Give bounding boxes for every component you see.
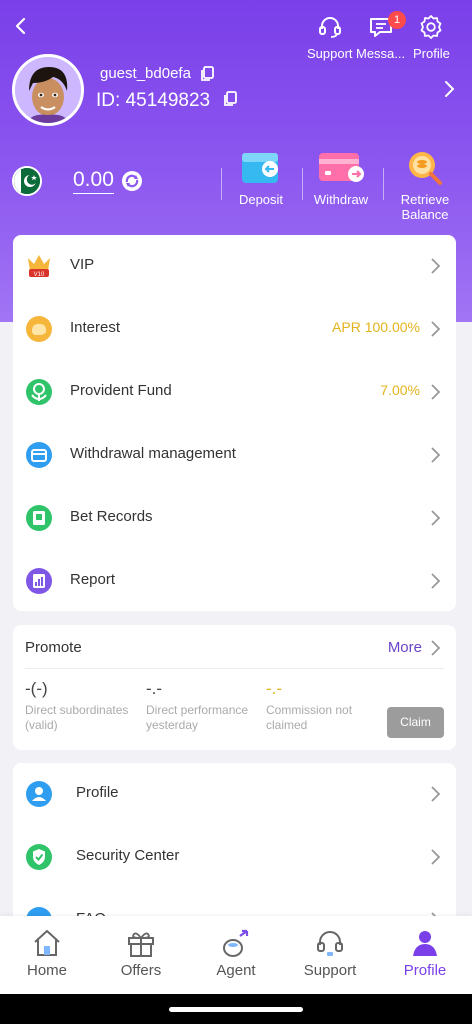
home-icon: [34, 930, 60, 956]
agent-icon: [223, 929, 249, 957]
stat-caption: Commission not: [266, 703, 353, 717]
copy-id-icon[interactable]: [222, 91, 238, 107]
home-gesture-pill[interactable]: [169, 1007, 303, 1012]
shield-icon: [26, 844, 52, 870]
menu-item-bet-records[interactable]: Bet Records: [13, 487, 456, 550]
stat-direct-performance: -.- Direct performance yesterday: [146, 679, 264, 733]
gift-icon: [128, 932, 154, 957]
menu-item-withdrawal-management[interactable]: Withdrawal management: [13, 424, 456, 487]
report-icon: [26, 568, 52, 594]
retrieve-balance-button[interactable]: Retrieve Balance: [385, 150, 465, 222]
chevron-right-icon: [431, 510, 441, 526]
retrieve-balance-icon: [409, 152, 442, 185]
profile-icon: [26, 781, 52, 807]
stat-caption: Direct subordinates: [25, 703, 129, 717]
menu-label: Provident Fund: [70, 382, 172, 399]
stat-caption: (valid): [25, 718, 58, 732]
support-label[interactable]: Support: [307, 46, 353, 61]
stat-value: -(-): [25, 679, 48, 698]
nav-label: Offers: [120, 962, 162, 979]
chevron-right-icon: [431, 321, 441, 337]
headset-icon: [317, 931, 343, 956]
message-badge: 1: [388, 11, 406, 29]
messages-label[interactable]: Messa...: [356, 46, 405, 61]
avatar[interactable]: [12, 54, 84, 126]
nav-label: Profile: [403, 962, 447, 979]
refresh-icon[interactable]: [121, 170, 143, 192]
chevron-right-icon[interactable]: [430, 639, 442, 657]
claim-button[interactable]: Claim: [387, 707, 444, 738]
chevron-right-icon: [431, 849, 441, 865]
stat-caption: claimed: [266, 718, 308, 732]
menu-label: Report: [70, 571, 116, 588]
chevron-right-icon: [431, 258, 441, 274]
promote-title: Promote: [25, 639, 82, 656]
deposit-label: Deposit: [238, 192, 284, 207]
chevron-right-icon: [431, 573, 441, 589]
retrieve-label-2: Balance: [401, 207, 449, 222]
menu-label: VIP: [70, 256, 95, 273]
menu-label: Bet Records: [70, 508, 153, 525]
promote-card: Promote More -(-) Direct subordinates (v…: [13, 625, 456, 750]
menu-item-vip[interactable]: V10 VIP: [13, 235, 456, 298]
balance-amount: 0.00: [73, 168, 114, 194]
nav-home[interactable]: Home: [7, 928, 87, 979]
interest-icon: [26, 316, 52, 342]
stat-commission: -.- Commission not claimed: [266, 679, 384, 733]
nav-offers[interactable]: Offers: [101, 928, 181, 979]
nav-label: Agent: [216, 962, 256, 979]
menu-label: Withdrawal management: [70, 445, 236, 462]
stat-caption: Direct performance: [146, 703, 249, 717]
withdraw-icon: [319, 153, 364, 182]
menu-item-report[interactable]: Report: [13, 550, 456, 613]
back-arrow-icon[interactable]: [8, 12, 36, 40]
deposit-button[interactable]: Deposit: [221, 150, 301, 207]
divider: [25, 668, 444, 669]
user-id: ID: 45149823: [96, 90, 211, 111]
nav-support[interactable]: Support: [290, 928, 370, 979]
gear-icon[interactable]: [418, 14, 444, 40]
provident-fund-icon: [26, 379, 52, 405]
stat-direct-subordinates: -(-) Direct subordinates (valid): [25, 679, 143, 733]
provident-fund-value: 7.00%: [380, 382, 420, 398]
username: guest_bd0efa: [100, 65, 191, 82]
stat-caption: yesterday: [146, 718, 199, 732]
settings-label: Security Center: [76, 847, 180, 864]
menu-item-provident-fund[interactable]: Provident Fund 7.00%: [13, 361, 456, 424]
interest-rate-value: APR 100.00%: [332, 319, 420, 335]
chevron-right-icon: [431, 384, 441, 400]
stat-value: -.-: [146, 679, 163, 698]
settings-item-security-center[interactable]: Security Center: [13, 826, 456, 889]
pakistan-flag-icon: [12, 166, 42, 196]
wallet-icon: [26, 442, 52, 468]
profile-label[interactable]: Profile: [413, 46, 450, 61]
person-icon: [413, 931, 437, 956]
vip-crown-icon: V10: [28, 255, 50, 278]
nav-label: Home: [26, 962, 67, 979]
settings-item-profile[interactable]: Profile: [13, 763, 456, 826]
svg-text:V10: V10: [34, 272, 45, 278]
bet-records-icon: [26, 505, 52, 531]
withdraw-label: Withdraw: [313, 192, 369, 207]
settings-label: Profile: [76, 784, 119, 801]
chevron-right-icon: [431, 447, 441, 463]
nav-agent[interactable]: Agent: [196, 928, 276, 979]
deposit-icon: [242, 153, 278, 183]
menu-label: Interest: [70, 319, 121, 336]
menu-item-interest[interactable]: Interest APR 100.00%: [13, 298, 456, 361]
promote-more-link[interactable]: More: [388, 639, 422, 656]
nav-profile[interactable]: Profile: [385, 928, 465, 979]
retrieve-label-1: Retrieve: [400, 192, 450, 207]
chevron-right-icon: [431, 786, 441, 802]
divider: [383, 168, 384, 200]
withdraw-button[interactable]: Withdraw: [301, 150, 381, 207]
nav-label: Support: [303, 962, 357, 979]
menu-card: V10 VIP Interest APR 100.00% Provident F…: [13, 235, 456, 611]
stat-value: -.-: [266, 679, 283, 698]
profile-chevron-right-icon[interactable]: [440, 78, 458, 100]
copy-username-icon[interactable]: [199, 66, 215, 82]
headset-icon[interactable]: [317, 14, 343, 40]
bottom-nav: Home Offers Agent Support Profile: [0, 916, 472, 994]
